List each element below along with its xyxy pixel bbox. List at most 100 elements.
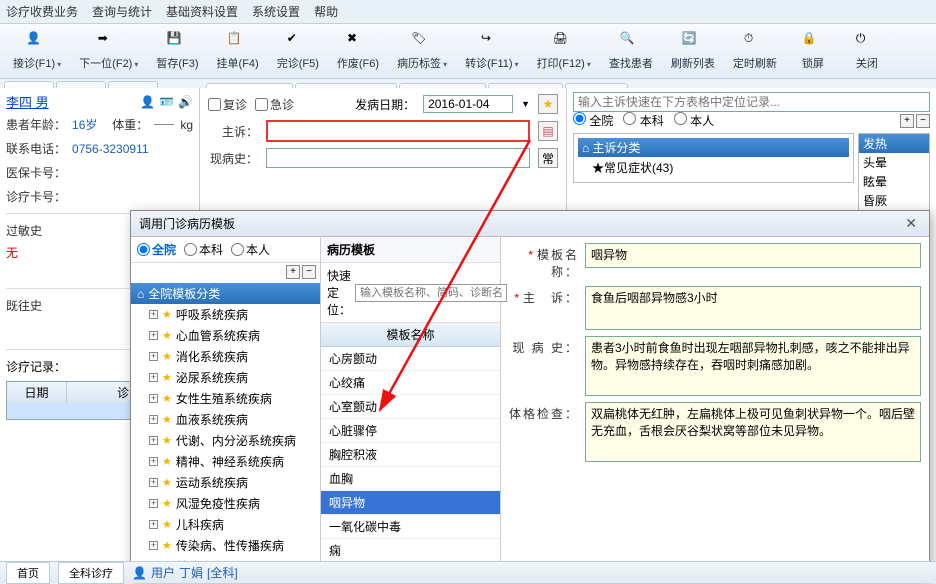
toolbar-button[interactable]: ⏻关闭 <box>842 28 892 74</box>
template-item[interactable]: 心室颤动 <box>321 395 500 419</box>
user-icon: 👤 <box>132 566 147 580</box>
scope-self-radio[interactable]: 本人 <box>231 241 270 258</box>
toolbar-button[interactable]: ✔完诊(F5) <box>270 28 326 74</box>
collapse-all-button[interactable]: − <box>916 114 930 128</box>
expand-icon[interactable]: + <box>149 436 158 445</box>
status-tab-home[interactable]: 首页 <box>6 562 50 584</box>
tree-node[interactable]: ★常见症状(43) <box>578 157 849 178</box>
symptom-item[interactable]: 头晕 <box>859 153 929 172</box>
followup-checkbox[interactable]: 复诊 <box>208 96 247 113</box>
category-item[interactable]: +★儿科疾病 <box>131 514 320 535</box>
expand-icon[interactable]: + <box>149 541 158 550</box>
category-item[interactable]: +★消化系统疾病 <box>131 346 320 367</box>
template-search-input[interactable] <box>355 284 507 302</box>
template-item[interactable]: 胸腔积液 <box>321 443 500 467</box>
onset-date-input[interactable] <box>423 95 513 113</box>
expand-icon[interactable]: + <box>149 373 158 382</box>
toolbar-button[interactable]: ➡下一位(F2)▾ <box>72 28 145 74</box>
emergency-checkbox[interactable]: 急诊 <box>255 96 294 113</box>
close-button[interactable]: ✕ <box>901 215 921 232</box>
user-label: 用户 <box>151 564 175 581</box>
category-item[interactable]: +★女性生殖系统疾病 <box>131 388 320 409</box>
expand-icon[interactable]: + <box>149 331 158 340</box>
常-button[interactable]: 常 <box>538 148 558 168</box>
expand-icon[interactable]: + <box>149 499 158 508</box>
toolbar-button[interactable]: 📋挂单(F4) <box>210 28 266 74</box>
expand-icon[interactable]: + <box>149 457 158 466</box>
toolbar-icon: 🔍 <box>620 31 642 53</box>
id-icon[interactable]: 🪪 <box>159 95 174 109</box>
expand-icon[interactable]: + <box>149 520 158 529</box>
category-item[interactable]: +★精神、神经系统疾病 <box>131 451 320 472</box>
status-tab-general[interactable]: 全科诊疗 <box>58 562 124 584</box>
toolbar-button[interactable]: 👤接诊(F1)▾ <box>6 28 68 74</box>
template-name-field[interactable]: 咽异物 <box>585 243 921 268</box>
template-chief-field[interactable]: 食鱼后咽部异物感3小时 <box>585 286 921 330</box>
star-icon: ★ <box>162 539 172 552</box>
menu-item[interactable]: 查询与统计 <box>92 3 152 20</box>
present-illness-input[interactable] <box>266 148 530 168</box>
category-item[interactable]: +★风湿免疫性疾病 <box>131 493 320 514</box>
scope-all[interactable]: 全院 <box>573 112 613 129</box>
template-item[interactable]: 咽异物 <box>321 491 500 515</box>
template-exam-field[interactable]: 双扁桃体无红肿，左扁桃体上极可见鱼刺状异物一个。咽后壁无充血，舌根会厌谷梨状窝等… <box>585 402 921 462</box>
category-item[interactable]: +★呼吸系统疾病 <box>131 304 320 325</box>
toolbar-button[interactable]: 🖨打印(F12)▾ <box>530 28 598 74</box>
menu-item[interactable]: 诊疗收费业务 <box>6 3 78 20</box>
template-history-field[interactable]: 患者3小时前食鱼时出现左咽部异物扎刺感，咳之不能排出异物。异物感持续存在，吞咽时… <box>585 336 921 396</box>
expand-icon[interactable]: + <box>149 310 158 319</box>
menu-item[interactable]: 帮助 <box>314 3 338 20</box>
toolbar-icon: ➡ <box>98 31 120 53</box>
star-button[interactable]: ★ <box>538 94 558 114</box>
category-item[interactable]: +★心血管系统疾病 <box>131 325 320 346</box>
toolbar-button[interactable]: 💾暂存(F3) <box>149 28 205 74</box>
toolbar-button[interactable]: ✖作废(F6) <box>330 28 386 74</box>
menu-item[interactable]: 系统设置 <box>252 3 300 20</box>
symptom-item[interactable]: 昏厥 <box>859 191 929 210</box>
patient-name[interactable]: 李四 男 <box>6 92 49 111</box>
toolbar-button[interactable]: 🔄刷新列表 <box>664 28 722 74</box>
status-bar: 首页 全科诊疗 👤 用户 丁娟 [全科] <box>0 561 936 583</box>
toolbar-icon: 📋 <box>227 31 249 53</box>
scope-self[interactable]: 本人 <box>674 112 714 129</box>
complaint-tree[interactable]: ⌂ 主诉分类 ★常见症状(43) <box>573 133 854 183</box>
toolbar-button[interactable]: ⏱定时刷新 <box>726 28 784 74</box>
category-item[interactable]: +★泌尿系统疾病 <box>131 367 320 388</box>
user-name: 丁娟 <box>179 564 203 581</box>
expand-all-button[interactable]: + <box>286 265 300 279</box>
symptom-item[interactable]: 眩晕 <box>859 172 929 191</box>
expand-all-button[interactable]: + <box>900 114 914 128</box>
collapse-all-button[interactable]: − <box>302 265 316 279</box>
symptom-list[interactable]: 发热 头晕 眩晕 昏厥 <box>858 133 930 211</box>
star-icon: ★ <box>162 413 172 426</box>
template-item[interactable]: 一氧化碳中毒 <box>321 515 500 539</box>
category-item[interactable]: +★血液系统疾病 <box>131 409 320 430</box>
template-item[interactable]: 心房颤动 <box>321 347 500 371</box>
toolbar-button[interactable]: ↪转诊(F11)▾ <box>458 28 525 74</box>
scope-all-radio[interactable]: 全院 <box>137 241 176 258</box>
category-item[interactable]: +★代谢、内分泌系统疾病 <box>131 430 320 451</box>
sound-icon[interactable]: 🔊 <box>178 95 193 109</box>
template-item[interactable]: 痫 <box>321 539 500 563</box>
toolbar-button[interactable]: 🏷病历标签▾ <box>390 28 454 74</box>
expand-icon[interactable]: + <box>149 478 158 487</box>
category-item[interactable]: +★运动系统疾病 <box>131 472 320 493</box>
template-item[interactable]: 血胸 <box>321 467 500 491</box>
scope-dept-radio[interactable]: 本科 <box>184 241 223 258</box>
template-item[interactable]: 心脏骤停 <box>321 419 500 443</box>
expand-button[interactable]: ▤ <box>538 121 558 141</box>
template-list[interactable]: 心房颤动心绞痛心室颤动心脏骤停胸腔积液血胸咽异物一氧化碳中毒痫有机磷中毒支气管扩… <box>321 347 500 579</box>
toolbar-button[interactable]: 🔒锁屏 <box>788 28 838 74</box>
expand-icon[interactable]: + <box>149 394 158 403</box>
category-tree[interactable]: ⌂全院模板分类 +★呼吸系统疾病+★心血管系统疾病+★消化系统疾病+★泌尿系统疾… <box>131 281 320 579</box>
expand-icon[interactable]: + <box>149 415 158 424</box>
toolbar-button[interactable]: 🔍查找患者 <box>602 28 660 74</box>
category-item[interactable]: +★传染病、性传播疾病 <box>131 535 320 556</box>
person-icon[interactable]: 👤 <box>140 95 155 109</box>
scope-dept[interactable]: 本科 <box>623 112 663 129</box>
chief-complaint-input[interactable] <box>266 120 530 142</box>
template-item[interactable]: 心绞痛 <box>321 371 500 395</box>
menu-item[interactable]: 基础资料设置 <box>166 3 238 20</box>
chief-search-input[interactable] <box>573 92 930 112</box>
expand-icon[interactable]: + <box>149 352 158 361</box>
